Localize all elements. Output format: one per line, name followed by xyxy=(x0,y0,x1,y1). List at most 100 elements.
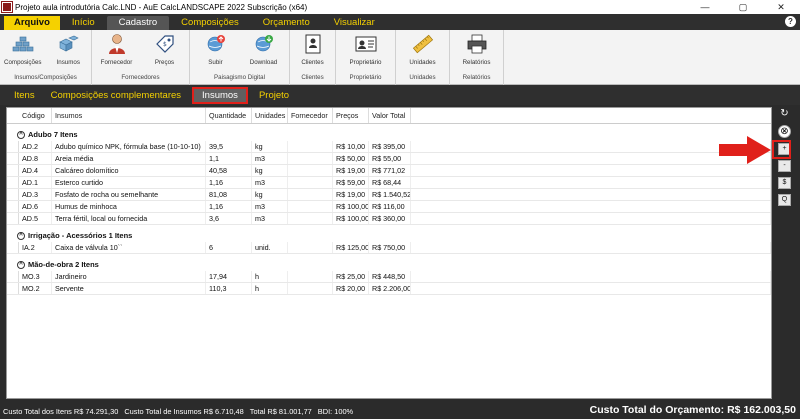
close-button[interactable]: ✕ xyxy=(762,0,800,14)
cell-valor-total[interactable]: R$ 55,00 xyxy=(369,153,411,164)
table-row[interactable]: AD.8 Areia média 1,1 m3 R$ 50,00 R$ 55,00 xyxy=(7,153,771,165)
cell-fornecedor[interactable] xyxy=(288,271,333,282)
cell-quantidade[interactable]: 17,94 xyxy=(206,271,252,282)
cell-preco[interactable]: R$ 25,00 xyxy=(333,271,369,282)
cell-preco[interactable]: R$ 20,00 xyxy=(333,283,369,294)
cell-unidade[interactable]: unid. xyxy=(252,242,288,253)
menu-arquivo[interactable]: Arquivo xyxy=(4,16,60,30)
cell-unidade[interactable]: m3 xyxy=(252,177,288,188)
cell-valor-total[interactable]: R$ 2.206,00 xyxy=(369,283,411,294)
cell-preco[interactable]: R$ 100,00 xyxy=(333,213,369,224)
cell-quantidade[interactable]: 1,1 xyxy=(206,153,252,164)
cell-preco[interactable]: R$ 19,00 xyxy=(333,165,369,176)
price-button[interactable]: $ xyxy=(778,177,791,189)
table-row[interactable]: IA.2 Caixa de válvula 10`` 6 unid. R$ 125,00… xyxy=(7,242,771,254)
cell-insumo[interactable]: Calcáreo dolomítico xyxy=(52,165,206,176)
cell-codigo[interactable]: AD.8 xyxy=(19,153,52,164)
cell-valor-total[interactable]: R$ 771,02 xyxy=(369,165,411,176)
cell-valor-total[interactable]: R$ 395,00 xyxy=(369,141,411,152)
cell-valor-total[interactable]: R$ 750,00 xyxy=(369,242,411,253)
cell-codigo[interactable]: AD.5 xyxy=(19,213,52,224)
col-unidades[interactable]: Unidades xyxy=(252,108,288,123)
tab-projeto[interactable]: Projeto xyxy=(251,87,297,104)
cell-valor-total[interactable]: R$ 1.540,52 xyxy=(369,189,411,200)
cell-codigo[interactable]: IA.2 xyxy=(19,242,52,253)
cell-fornecedor[interactable] xyxy=(288,177,333,188)
collapse-icon[interactable]: ^ xyxy=(17,260,25,269)
cell-quantidade[interactable]: 81,08 xyxy=(206,189,252,200)
cell-valor-total[interactable]: R$ 116,00 xyxy=(369,201,411,212)
cell-codigo[interactable]: AD.4 xyxy=(19,165,52,176)
col-codigo[interactable]: Código xyxy=(19,108,52,123)
cell-insumo[interactable]: Humus de minhoca xyxy=(52,201,206,212)
table-row[interactable]: AD.3 Fosfato de rocha ou semelhante 81,08 k… xyxy=(7,189,771,201)
cell-preco[interactable]: R$ 19,00 xyxy=(333,189,369,200)
cell-quantidade[interactable]: 1,16 xyxy=(206,201,252,212)
cell-codigo[interactable]: AD.6 xyxy=(19,201,52,212)
col-insumos[interactable]: Insumos xyxy=(52,108,206,123)
col-fornecedor[interactable]: Fornecedor xyxy=(288,108,333,123)
menu-orcamento[interactable]: Orçamento xyxy=(251,16,322,30)
group-header[interactable]: ^ Adubo 7 Itens xyxy=(7,128,771,141)
menu-visualizar[interactable]: Visualizar xyxy=(322,16,387,30)
cell-quantidade[interactable]: 40,58 xyxy=(206,165,252,176)
cell-fornecedor[interactable] xyxy=(288,242,333,253)
table-row[interactable]: MO.2 Servente 110,3 h R$ 20,00 R$ 2.206,00 xyxy=(7,283,771,295)
cell-valor-total[interactable]: R$ 360,00 xyxy=(369,213,411,224)
table-row[interactable]: AD.5 Terra fértil, local ou fornecida 3,6 m… xyxy=(7,213,771,225)
cell-insumo[interactable]: Adubo químico NPK, fórmula base (10-10-1… xyxy=(52,141,206,152)
menu-inicio[interactable]: Início xyxy=(60,16,107,30)
cell-fornecedor[interactable] xyxy=(288,201,333,212)
cell-insumo[interactable]: Areia média xyxy=(52,153,206,164)
minimize-button[interactable]: — xyxy=(686,0,724,14)
cell-insumo[interactable]: Caixa de válvula 10`` xyxy=(52,242,206,253)
cell-codigo[interactable]: AD.3 xyxy=(19,189,52,200)
remove-button[interactable]: - xyxy=(778,160,791,172)
cell-unidade[interactable]: kg xyxy=(252,141,288,152)
cell-insumo[interactable]: Jardineiro xyxy=(52,271,206,282)
cell-unidade[interactable]: m3 xyxy=(252,201,288,212)
help-icon[interactable]: ? xyxy=(785,16,796,27)
menu-cadastro[interactable]: Cadastro xyxy=(106,16,170,30)
cell-unidade[interactable]: kg xyxy=(252,165,288,176)
table-row[interactable]: AD.4 Calcáreo dolomítico 40,58 kg R$ 19,00 R$… xyxy=(7,165,771,177)
tab-composicoes-complementares[interactable]: Composições complementares xyxy=(43,87,189,104)
cell-insumo[interactable]: Esterco curtido xyxy=(52,177,206,188)
cell-preco[interactable]: R$ 10,00 xyxy=(333,141,369,152)
cell-preco[interactable]: R$ 50,00 xyxy=(333,153,369,164)
cell-valor-total[interactable]: R$ 448,50 xyxy=(369,271,411,282)
table-row[interactable]: AD.6 Humus de minhoca 1,16 m3 R$ 100,00 R$ 11… xyxy=(7,201,771,213)
search-button[interactable]: Q xyxy=(778,194,791,206)
cell-quantidade[interactable]: 110,3 xyxy=(206,283,252,294)
cell-quantidade[interactable]: 6 xyxy=(206,242,252,253)
group-header[interactable]: ^ Mão-de-obra 2 Itens xyxy=(7,258,771,271)
cell-unidade[interactable]: m3 xyxy=(252,213,288,224)
tab-itens[interactable]: Itens xyxy=(6,87,43,104)
cell-fornecedor[interactable] xyxy=(288,153,333,164)
tab-insumos[interactable]: Insumos xyxy=(192,86,248,104)
cell-insumo[interactable]: Servente xyxy=(52,283,206,294)
cell-preco[interactable]: R$ 59,00 xyxy=(333,177,369,188)
cell-codigo[interactable]: AD.1 xyxy=(19,177,52,188)
col-precos[interactable]: Preços xyxy=(333,108,369,123)
cell-fornecedor[interactable] xyxy=(288,189,333,200)
cell-insumo[interactable]: Terra fértil, local ou fornecida xyxy=(52,213,206,224)
cell-unidade[interactable]: m3 xyxy=(252,153,288,164)
cell-unidade[interactable]: kg xyxy=(252,189,288,200)
cancel-icon[interactable]: ⊗ xyxy=(778,125,791,138)
table-row[interactable]: MO.3 Jardineiro 17,94 h R$ 25,00 R$ 448,50 xyxy=(7,271,771,283)
group-header[interactable]: ^ Irrigação - Acessórios 1 Itens xyxy=(7,229,771,242)
menu-composicoes[interactable]: Composições xyxy=(169,16,251,30)
collapse-icon[interactable]: ^ xyxy=(17,231,25,240)
cell-codigo[interactable]: AD.2 xyxy=(19,141,52,152)
collapse-icon[interactable]: ^ xyxy=(17,130,25,139)
col-valor-total[interactable]: Valor Total xyxy=(369,108,411,123)
cell-unidade[interactable]: h xyxy=(252,271,288,282)
cell-valor-total[interactable]: R$ 68,44 xyxy=(369,177,411,188)
cell-fornecedor[interactable] xyxy=(288,213,333,224)
cell-quantidade[interactable]: 3,6 xyxy=(206,213,252,224)
cell-preco[interactable]: R$ 125,00 xyxy=(333,242,369,253)
cell-fornecedor[interactable] xyxy=(288,141,333,152)
maximize-button[interactable]: ▢ xyxy=(724,0,762,14)
cell-fornecedor[interactable] xyxy=(288,283,333,294)
